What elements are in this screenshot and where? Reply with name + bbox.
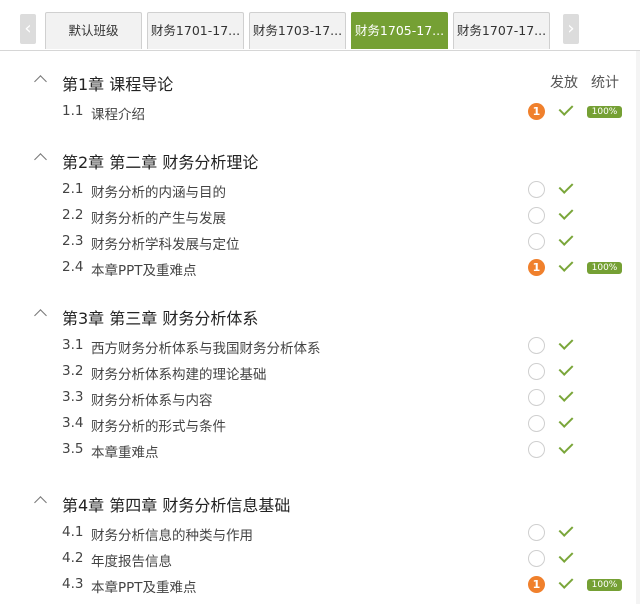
section-title[interactable]: 本章PPT及重难点: [91, 259, 197, 279]
tab-default-class[interactable]: 默认班级: [45, 12, 142, 49]
section-title[interactable]: 财务分析信息的种类与作用: [91, 524, 253, 544]
check-icon[interactable]: [558, 101, 574, 116]
chevron-up-icon[interactable]: [34, 496, 47, 509]
publish-column-header: 发放: [550, 75, 578, 91]
chevron-right-icon: ›: [567, 18, 575, 39]
section-title[interactable]: 西方财务分析体系与我国财务分析体系: [91, 337, 321, 357]
empty-status-circle-icon[interactable]: [528, 337, 545, 354]
section-title[interactable]: 课程介绍: [91, 103, 145, 123]
chevron-left-icon: ‹: [24, 18, 32, 39]
section-number: 4.2: [62, 550, 84, 566]
prev-tabs-button[interactable]: ‹: [20, 14, 36, 44]
section-number: 2.1: [62, 181, 84, 197]
chapter-header[interactable]: 第1章 课程导论 发放 统计: [0, 68, 636, 98]
section-title[interactable]: 本章PPT及重难点: [91, 576, 197, 596]
tab-class-1707[interactable]: 财务1707-17...: [453, 12, 550, 49]
chapter-title: 第1章 课程导论: [62, 75, 174, 94]
section-number: 4.1: [62, 524, 84, 540]
empty-status-circle-icon[interactable]: [528, 415, 545, 432]
tab-class-1703[interactable]: 财务1703-17...: [249, 12, 346, 49]
section-number: 4.3: [62, 576, 84, 592]
chevron-up-icon[interactable]: [34, 309, 47, 322]
chevron-up-icon[interactable]: [34, 75, 47, 88]
empty-status-circle-icon[interactable]: [528, 363, 545, 380]
section-title[interactable]: 财务分析的内涵与目的: [91, 181, 226, 201]
section-number: 3.1: [62, 337, 84, 353]
section-row[interactable]: 2.3 财务分析学科发展与定位: [0, 230, 636, 256]
section-row[interactable]: 2.2 财务分析的产生与发展: [0, 204, 636, 230]
section-number: 2.2: [62, 207, 84, 223]
pending-count-badge[interactable]: 1: [528, 259, 545, 276]
check-icon[interactable]: [558, 574, 574, 589]
chapter-title: 第3章 第三章 财务分析体系: [62, 309, 259, 328]
section-title[interactable]: 财务分析的产生与发展: [91, 207, 226, 227]
check-icon[interactable]: [558, 361, 574, 376]
stats-percent-badge[interactable]: 100%: [587, 106, 622, 118]
next-tabs-button[interactable]: ›: [563, 14, 579, 44]
section-title[interactable]: 年度报告信息: [91, 550, 172, 570]
pending-count-badge[interactable]: 1: [528, 576, 545, 593]
chapter-header[interactable]: 第3章 第三章 财务分析体系: [0, 302, 636, 332]
empty-status-circle-icon[interactable]: [528, 441, 545, 458]
scrollbar[interactable]: [636, 51, 640, 604]
empty-status-circle-icon[interactable]: [528, 524, 545, 541]
section-row[interactable]: 3.4 财务分析的形式与条件: [0, 412, 636, 438]
section-title[interactable]: 本章重难点: [91, 441, 159, 461]
empty-status-circle-icon[interactable]: [528, 181, 545, 198]
section-title[interactable]: 财务分析体系与内容: [91, 389, 213, 409]
section-row[interactable]: 4.1 财务分析信息的种类与作用: [0, 521, 636, 547]
tab-label: 财务1707-17...: [456, 23, 547, 38]
chevron-up-icon[interactable]: [34, 153, 47, 166]
class-tab-bar: ‹ 默认班级 财务1701-17... 财务1703-17... 财务1705-…: [0, 0, 640, 51]
tab-label: 财务1705-17...: [354, 23, 445, 38]
check-icon[interactable]: [558, 205, 574, 220]
tab-class-1705[interactable]: 财务1705-17...: [351, 12, 448, 49]
check-icon[interactable]: [558, 231, 574, 246]
empty-status-circle-icon[interactable]: [528, 233, 545, 250]
section-row[interactable]: 4.2 年度报告信息: [0, 547, 636, 573]
check-icon[interactable]: [558, 387, 574, 402]
check-icon[interactable]: [558, 522, 574, 537]
section-number: 2.4: [62, 259, 84, 275]
section-title[interactable]: 财务分析体系构建的理论基础: [91, 363, 267, 383]
chapter-header[interactable]: 第4章 第四章 财务分析信息基础: [0, 489, 636, 519]
tab-label: 默认班级: [68, 23, 119, 38]
pending-count-badge[interactable]: 1: [528, 103, 545, 120]
section-number: 3.2: [62, 363, 84, 379]
section-number: 1.1: [62, 103, 84, 119]
section-number: 3.3: [62, 389, 84, 405]
stats-percent-badge[interactable]: 100%: [587, 579, 622, 591]
check-icon[interactable]: [558, 439, 574, 454]
chapter-list: 第1章 课程导论 发放 统计 1.1 课程介绍 1 100% 第2章 第二章 财…: [0, 51, 636, 599]
stats-column-header: 统计: [591, 75, 619, 91]
empty-status-circle-icon[interactable]: [528, 389, 545, 406]
section-row[interactable]: 2.4 本章PPT及重难点 1 100%: [0, 256, 636, 282]
section-row[interactable]: 2.1 财务分析的内涵与目的: [0, 178, 636, 204]
chapter-header[interactable]: 第2章 第二章 财务分析理论: [0, 146, 636, 176]
stats-percent-badge[interactable]: 100%: [587, 262, 622, 274]
check-icon[interactable]: [558, 179, 574, 194]
section-row[interactable]: 3.3 财务分析体系与内容: [0, 386, 636, 412]
section-row[interactable]: 3.5 本章重难点: [0, 438, 636, 464]
tab-label: 财务1701-17...: [150, 23, 241, 38]
check-icon[interactable]: [558, 413, 574, 428]
section-row[interactable]: 3.1 西方财务分析体系与我国财务分析体系: [0, 334, 636, 360]
chapter-title: 第4章 第四章 财务分析信息基础: [62, 496, 291, 515]
empty-status-circle-icon[interactable]: [528, 550, 545, 567]
empty-status-circle-icon[interactable]: [528, 207, 545, 224]
section-title[interactable]: 财务分析学科发展与定位: [91, 233, 240, 253]
tab-label: 财务1703-17...: [252, 23, 343, 38]
check-icon[interactable]: [558, 257, 574, 272]
chapter-title: 第2章 第二章 财务分析理论: [62, 153, 259, 172]
tab-class-1701[interactable]: 财务1701-17...: [147, 12, 244, 49]
section-row[interactable]: 4.3 本章PPT及重难点 1 100%: [0, 573, 636, 599]
section-row[interactable]: 3.2 财务分析体系构建的理论基础: [0, 360, 636, 386]
check-icon[interactable]: [558, 335, 574, 350]
section-title[interactable]: 财务分析的形式与条件: [91, 415, 226, 435]
section-number: 3.5: [62, 441, 84, 457]
section-number: 2.3: [62, 233, 84, 249]
check-icon[interactable]: [558, 548, 574, 563]
section-row[interactable]: 1.1 课程介绍 1 100%: [0, 100, 636, 126]
section-number: 3.4: [62, 415, 84, 431]
